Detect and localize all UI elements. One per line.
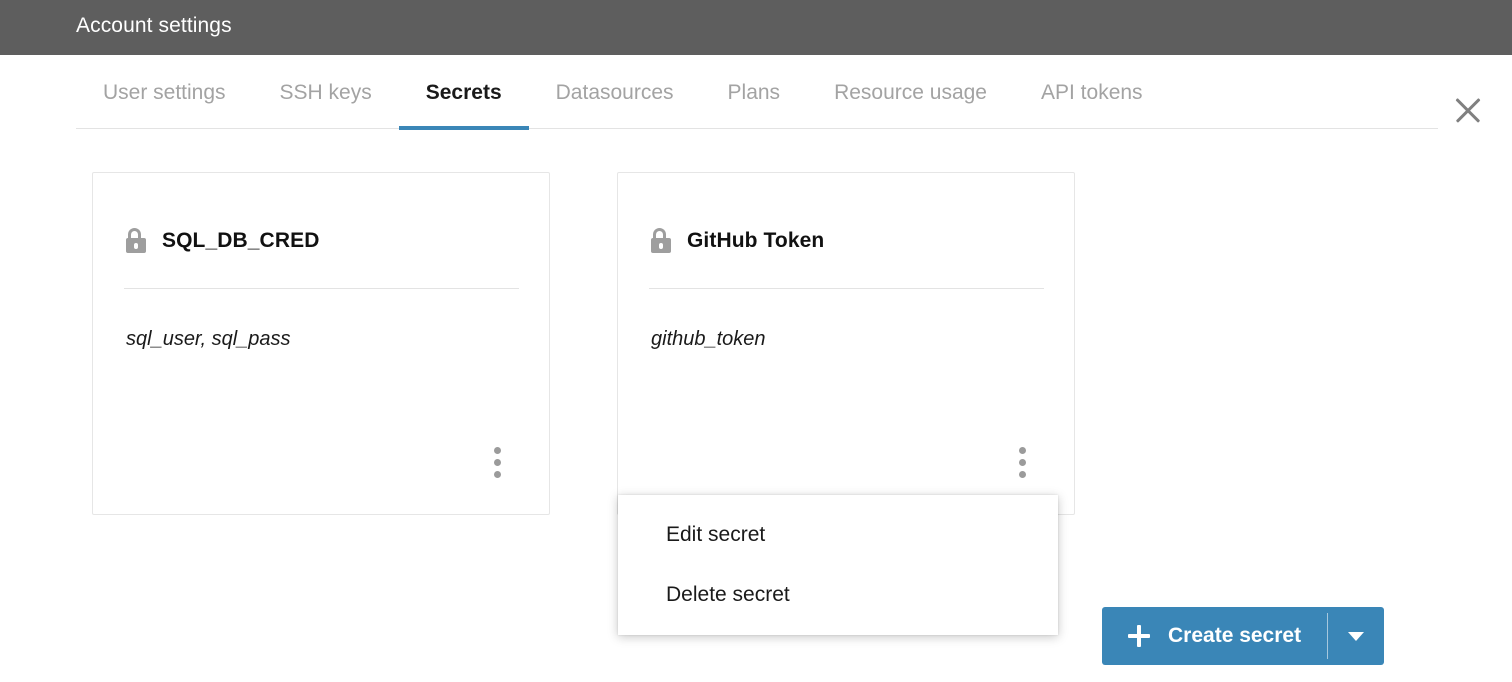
menu-item-label: Delete secret [666,583,790,607]
kebab-menu-icon[interactable] [487,447,507,479]
secret-card-divider [649,288,1044,289]
kebab-dot [1019,447,1026,454]
close-icon[interactable] [1446,88,1490,132]
menu-item-edit-secret[interactable]: Edit secret [618,505,1058,565]
tab-label: Datasources [556,81,674,105]
chevron-down-icon [1348,632,1364,641]
tab-label: Resource usage [834,81,987,105]
secret-card-header: GitHub Token [651,228,824,253]
secret-keys: sql_user, sql_pass [126,328,291,351]
tab-ssh-keys[interactable]: SSH keys [253,55,399,130]
create-secret-dropdown-button[interactable] [1328,607,1384,665]
create-secret-label: Create secret [1168,624,1301,648]
lock-icon-keyhole [134,243,138,249]
tab-bar: User settings SSH keys Secrets Datasourc… [0,55,1512,130]
secret-name: SQL_DB_CRED [162,229,319,253]
tab-label: Secrets [426,81,502,105]
create-secret-button[interactable]: Create secret [1102,607,1327,665]
tab-plans[interactable]: Plans [701,55,808,130]
tab-secrets[interactable]: Secrets [399,55,529,130]
tab-label: User settings [103,81,226,105]
secret-card[interactable]: GitHub Token github_token [617,172,1075,515]
page-title: Account settings [76,14,232,38]
tab-resource-usage[interactable]: Resource usage [807,55,1014,130]
secret-card-divider [124,288,519,289]
menu-item-delete-secret[interactable]: Delete secret [618,565,1058,625]
lock-icon [126,228,146,253]
create-secret-split-button[interactable]: Create secret [1102,607,1384,665]
secret-keys: github_token [651,328,766,351]
kebab-menu-icon[interactable] [1012,447,1032,479]
kebab-dot [1019,471,1026,478]
tab-list: User settings SSH keys Secrets Datasourc… [76,55,1170,130]
menu-item-label: Edit secret [666,523,765,547]
plus-icon [1128,625,1150,647]
tab-user-settings[interactable]: User settings [76,55,253,130]
lock-icon-keyhole [659,243,663,249]
secret-name: GitHub Token [687,229,824,253]
secret-card[interactable]: SQL_DB_CRED sql_user, sql_pass [92,172,550,515]
window-titlebar: Account settings [0,0,1512,55]
tab-label: SSH keys [280,81,372,105]
tab-label: Plans [728,81,781,105]
lock-icon [651,228,671,253]
secret-card-header: SQL_DB_CRED [126,228,319,253]
kebab-dot [494,459,501,466]
tab-datasources[interactable]: Datasources [529,55,701,130]
tab-label: API tokens [1041,81,1143,105]
kebab-dot [1019,459,1026,466]
kebab-dot [494,471,501,478]
kebab-dot [494,447,501,454]
secret-context-menu: Edit secret Delete secret [618,495,1058,635]
tab-api-tokens[interactable]: API tokens [1014,55,1170,130]
